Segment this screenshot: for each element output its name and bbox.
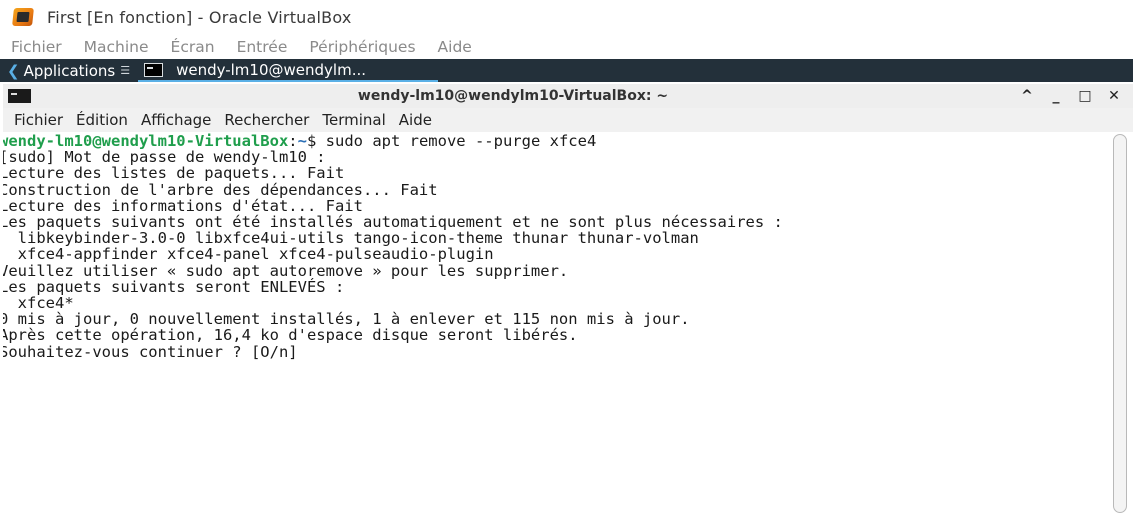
vbox-menu-fichier[interactable]: Fichier	[11, 38, 62, 56]
output-line: Les paquets suivants seront ENLEVÉS :	[3, 277, 345, 296]
applications-menu-button[interactable]: ❮ Applications ☰	[0, 59, 136, 82]
output-line: Les paquets suivants ont été installés a…	[3, 213, 783, 232]
output-line: Construction de l'arbre des dépendances.…	[3, 180, 438, 199]
output-line: Veuillez utiliser « sudo apt autoremove …	[3, 261, 569, 280]
xfce-panel: ❮ Applications ☰ wendy-lm10@wendylm...	[0, 59, 1133, 82]
vbox-menu-peripheriques[interactable]: Périphériques	[309, 38, 415, 56]
terminal-menubar: Fichier Édition Affichage Rechercher Ter…	[3, 108, 1133, 132]
vbox-titlebar: First [En fonction] - Oracle VirtualBox	[0, 0, 1133, 34]
terminal-title: wendy-lm10@wendylm10-VirtualBox: ~	[357, 88, 669, 104]
terminal-titlebar[interactable]: wendy-lm10@wendylm10-VirtualBox: ~ ^ _ □…	[3, 84, 1133, 108]
vbox-menubar: Fichier Machine Écran Entrée Périphériqu…	[0, 34, 1133, 59]
vbox-menu-ecran[interactable]: Écran	[171, 38, 215, 56]
minimize-button[interactable]: _	[1049, 88, 1063, 104]
terminal-menu-edition[interactable]: Édition	[76, 111, 128, 129]
xfce-chevron-icon: ❮	[7, 61, 20, 80]
terminal-menu-aide[interactable]: Aide	[399, 111, 432, 129]
prompt-line: wendy-lm10@wendylm10-VirtualBox:~$ sudo …	[3, 133, 783, 149]
output-line: Lecture des listes de paquets... Fait	[3, 164, 345, 183]
terminal-menu-fichier[interactable]: Fichier	[14, 111, 63, 129]
output-line: 0 mis à jour, 0 nouvellement installés, …	[3, 310, 690, 329]
terminal-output-area[interactable]: wendy-lm10@wendylm10-VirtualBox:~$ sudo …	[3, 132, 1108, 515]
command-text: sudo apt remove --purge xfce4	[325, 132, 597, 150]
terminal-icon	[144, 62, 164, 77]
vbox-window-title: First [En fonction] - Oracle VirtualBox	[47, 7, 352, 27]
output-line: libkeybinder-3.0-0 libxfce4ui-utils tang…	[3, 229, 699, 248]
taskbar-terminal-label: wendy-lm10@wendylm...	[176, 60, 366, 79]
menu-lines-icon: ☰	[120, 64, 131, 77]
close-button[interactable]: ✕	[1107, 88, 1121, 104]
vbox-menu-aide[interactable]: Aide	[438, 38, 472, 56]
window-controls: ^ _ □ ✕	[1005, 84, 1121, 108]
output-line: xfce4*	[3, 294, 74, 313]
maximize-button[interactable]: □	[1078, 88, 1092, 104]
output-line: Après cette opération, 16,4 ko d'espace …	[3, 326, 578, 345]
output-line: [sudo] Mot de passe de wendy-lm10 :	[3, 148, 326, 167]
terminal-scrollbar[interactable]	[1108, 132, 1133, 515]
terminal-menu-rechercher[interactable]: Rechercher	[224, 111, 309, 129]
taskbar-terminal-button[interactable]: wendy-lm10@wendylm...	[138, 59, 439, 82]
terminal-menu-affichage[interactable]: Affichage	[141, 111, 211, 129]
terminal-menu-terminal[interactable]: Terminal	[322, 111, 385, 129]
vbox-menu-entree[interactable]: Entrée	[237, 38, 288, 56]
output-line: xfce4-appfinder xfce4-panel xfce4-pulsea…	[3, 245, 494, 264]
output-line: Souhaitez-vous continuer ? [O/n]	[3, 342, 307, 361]
shade-button[interactable]: ^	[1020, 88, 1034, 104]
virtualbox-logo-icon	[12, 6, 36, 28]
scrollbar-thumb[interactable]	[1113, 134, 1127, 513]
vbox-menu-machine[interactable]: Machine	[84, 38, 149, 56]
applications-label: Applications	[23, 61, 116, 80]
terminal-window: wendy-lm10@wendylm10-VirtualBox: ~ ^ _ □…	[3, 84, 1133, 515]
output-line: Lecture des informations d'état... Fait	[3, 196, 363, 215]
terminal-text: wendy-lm10@wendylm10-VirtualBox:~$ sudo …	[3, 133, 783, 360]
